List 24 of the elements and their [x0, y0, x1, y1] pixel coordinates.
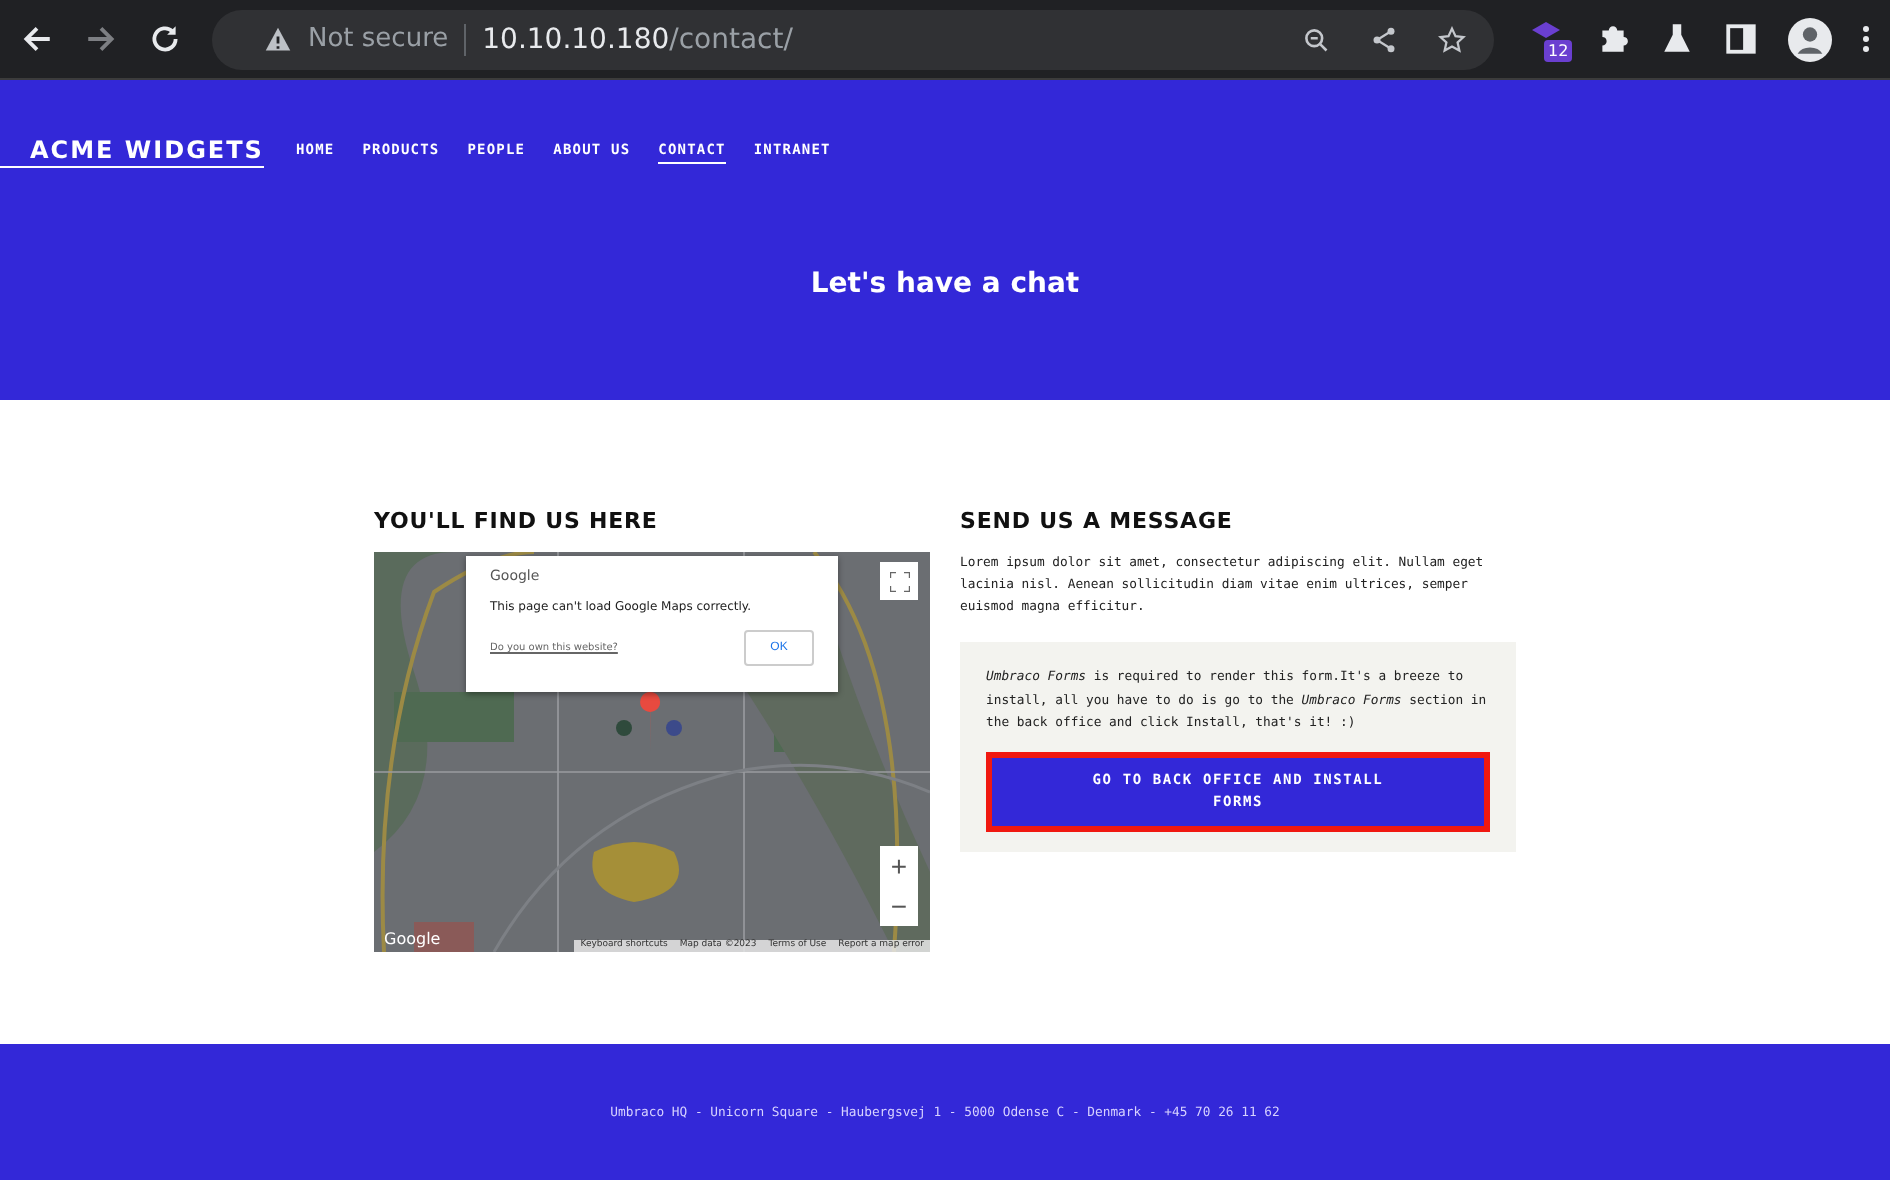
map-logo: Google — [384, 930, 441, 948]
flask-icon[interactable] — [1660, 22, 1694, 56]
section-heading: YOU'LL FIND US HERE — [374, 508, 660, 534]
menu-icon[interactable] — [1862, 22, 1870, 56]
extension-badge: 12 — [1544, 40, 1573, 62]
puzzle-icon[interactable] — [1596, 22, 1630, 56]
extension-icon[interactable] — [1532, 22, 1560, 38]
address-bar[interactable]: Not secure 10.10.10.180/contact/ — [212, 9, 1494, 69]
site-logo[interactable]: ACME WIDGETS — [0, 136, 264, 168]
forward-icon[interactable] — [84, 22, 118, 56]
profile-avatar-icon[interactable] — [1788, 17, 1832, 61]
security-label: Not secure — [308, 24, 449, 54]
section-heading: SEND US A MESSAGE — [960, 508, 1235, 534]
fullscreen-icon — [889, 571, 909, 591]
back-icon[interactable] — [20, 22, 54, 56]
warning-icon — [264, 25, 292, 53]
zoom-out-icon[interactable] — [1302, 25, 1330, 53]
hero-title: Let's have a chat — [808, 268, 1082, 300]
side-panel-icon[interactable] — [1724, 22, 1758, 56]
reload-icon[interactable] — [148, 22, 182, 56]
url-text: 10.10.10.180/contact/ — [482, 23, 793, 55]
star-icon[interactable] — [1438, 25, 1466, 53]
fullscreen-button[interactable] — [880, 562, 918, 600]
share-icon[interactable] — [1370, 25, 1398, 53]
